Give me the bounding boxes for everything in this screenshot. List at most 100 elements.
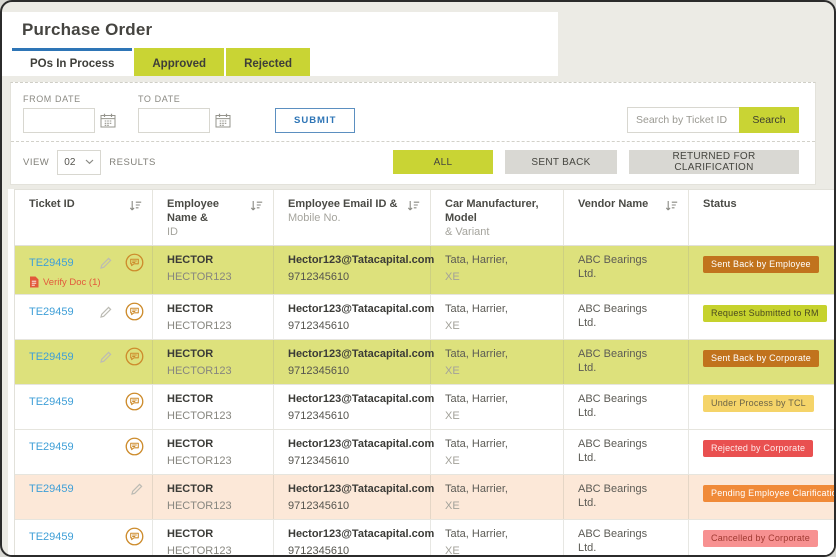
to-date-input[interactable] (138, 108, 210, 133)
vendor-name: ABC Bearings (578, 392, 680, 406)
verify-doc-link[interactable]: Verify Doc (1) (29, 276, 144, 288)
employee-mobile: 9712345610 (288, 544, 422, 557)
results-per-page-select[interactable]: 02 (57, 150, 101, 175)
employee-email: Hector123@Tatacapital.com (288, 437, 422, 451)
status-cell: Rejected by Corporate (689, 430, 834, 474)
car-cell: Tata, Harrier,XE (431, 340, 564, 384)
employee-mobile: 9712345610 (288, 319, 422, 333)
ticket-id-cell: TE29459 (15, 340, 153, 384)
date-filter-row: FROM DATE TO DATE (23, 89, 799, 135)
vendor-name: ABC Bearings (578, 302, 680, 316)
ticket-id-link[interactable]: TE29459 (29, 257, 87, 269)
employee-email: Hector123@Tatacapital.com (288, 253, 422, 267)
search-group: Search (627, 107, 799, 133)
tab-pos-in-process[interactable]: POs In Process (12, 48, 132, 76)
vendor-cell: ABC BearingsLtd. (564, 295, 689, 339)
calendar-icon[interactable] (215, 113, 231, 128)
chat-icon[interactable] (125, 302, 144, 321)
filter-panel: FROM DATE TO DATE (10, 82, 816, 185)
employee-mobile: 9712345610 (288, 364, 422, 378)
employee-id: HECTOR123 (167, 409, 265, 423)
sort-icon[interactable] (665, 199, 678, 217)
sort-icon[interactable] (129, 199, 142, 217)
car-model: Tata, Harrier, (445, 527, 555, 541)
column-header-ticket-id[interactable]: Ticket ID (15, 190, 153, 245)
vendor-cell: ABC BearingsLtd. (564, 430, 689, 474)
employee-email: Hector123@Tatacapital.com (288, 302, 422, 316)
filter-all-button[interactable]: ALL (393, 150, 493, 174)
car-cell: Tata, Harrier, XE (431, 246, 564, 294)
car-variant: XE (445, 544, 555, 557)
employee-mobile: 9712345610 (288, 454, 422, 468)
employee-email: Hector123@Tatacapital.com (288, 482, 422, 496)
sort-icon[interactable] (250, 199, 263, 217)
calendar-icon[interactable] (100, 113, 116, 128)
chat-icon[interactable] (125, 392, 144, 411)
car-variant: XE (445, 270, 555, 284)
vendor-cell: ABC BearingsLtd. (564, 385, 689, 429)
vendor-name: ABC Bearings (578, 437, 680, 451)
search-input[interactable] (627, 107, 739, 133)
quick-filter-group: ALL SENT BACK RETURNED FOR CLARIFICATION (393, 150, 799, 174)
employee-email-cell: Hector123@Tatacapital.com9712345610 (274, 520, 431, 557)
status-badge: Cancelled by Corporate (703, 530, 818, 547)
column-header-employee-name[interactable]: Employee Name & ID (153, 190, 274, 245)
ticket-id-link[interactable]: TE29459 (29, 441, 87, 453)
filter-returned-for-clarification-button[interactable]: RETURNED FOR CLARIFICATION (629, 150, 799, 174)
ticket-id-link[interactable]: TE29459 (29, 531, 87, 543)
column-header-vendor[interactable]: Vendor Name (564, 190, 689, 245)
car-variant: XE (445, 499, 555, 513)
employee-id: HECTOR123 (167, 454, 265, 468)
chat-icon[interactable] (125, 437, 144, 456)
edit-icon[interactable] (99, 350, 113, 364)
edit-icon[interactable] (99, 305, 113, 319)
vendor-cell: ABC BearingsLtd. (564, 520, 689, 557)
edit-icon[interactable] (99, 256, 113, 270)
status-badge: Sent Back by Corporate (703, 350, 819, 367)
ticket-id-link[interactable]: TE29459 (29, 351, 87, 363)
chat-icon[interactable] (125, 527, 144, 546)
chat-icon[interactable] (125, 253, 144, 272)
ticket-id-cell: TE29459 (15, 475, 153, 519)
car-variant: XE (445, 409, 555, 423)
filter-sent-back-button[interactable]: SENT BACK (505, 150, 617, 174)
edit-icon[interactable] (130, 482, 144, 496)
car-variant: XE (445, 364, 555, 378)
status-badge: Under Process by TCL (703, 395, 814, 412)
ticket-id-link[interactable]: TE29459 (29, 396, 87, 408)
employee-email: Hector123@Tatacapital.com (288, 392, 422, 406)
search-button[interactable]: Search (739, 107, 799, 133)
vendor-cell: ABC BearingsLtd. (564, 246, 689, 294)
employee-id: HECTOR123 (167, 364, 265, 378)
employee-name-cell: HECTORHECTOR123 (153, 430, 274, 474)
employee-email-cell: Hector123@Tatacapital.com9712345610 (274, 246, 431, 294)
employee-email-cell: Hector123@Tatacapital.com 9712345610 (274, 430, 431, 474)
vendor-name-line2: Ltd. (578, 267, 680, 281)
vendor-name-line2: Ltd. (578, 496, 680, 510)
document-icon (29, 276, 39, 288)
table-row: TE29459 HECTORHECTOR123 Hector123@Tatacapi… (15, 475, 834, 520)
tab-approved[interactable]: Approved (134, 48, 224, 76)
status-cell: Cancelled by Corporate (689, 520, 834, 557)
tab-rejected[interactable]: Rejected (226, 48, 310, 76)
to-date-group: TO DATE (138, 94, 231, 133)
employee-email-cell: Hector123@Tatacapital.com9712345610 (274, 385, 431, 429)
from-date-input[interactable] (23, 108, 95, 133)
employee-id: HECTOR123 (167, 319, 265, 333)
sort-icon[interactable] (407, 199, 420, 217)
employee-name-cell: HECTORHECTOR123 (153, 475, 274, 519)
ticket-id-link[interactable]: TE29459 (29, 483, 87, 495)
status-cell: Request Submitted to RM (689, 295, 835, 339)
ticket-id-link[interactable]: TE29459 (29, 306, 87, 318)
ticket-id-cell: TE29459 (15, 295, 153, 339)
car-model: Tata, Harrier, (445, 253, 555, 267)
vendor-cell: ABC BearingsLtd. (564, 475, 689, 519)
status-cell: Sent Back by Corporate (689, 340, 834, 384)
employee-name-cell: HECTORHECTOR123 (153, 385, 274, 429)
table-row: TE29459HECTORHECTOR123Hector123@Tatacapi… (15, 340, 834, 385)
column-header-employee-email[interactable]: Employee Email ID & Mobile No. (274, 190, 431, 245)
employee-name: HECTOR (167, 527, 265, 541)
from-date-label: FROM DATE (23, 94, 116, 104)
submit-button[interactable]: SUBMIT (275, 108, 355, 133)
chat-icon[interactable] (125, 347, 144, 366)
